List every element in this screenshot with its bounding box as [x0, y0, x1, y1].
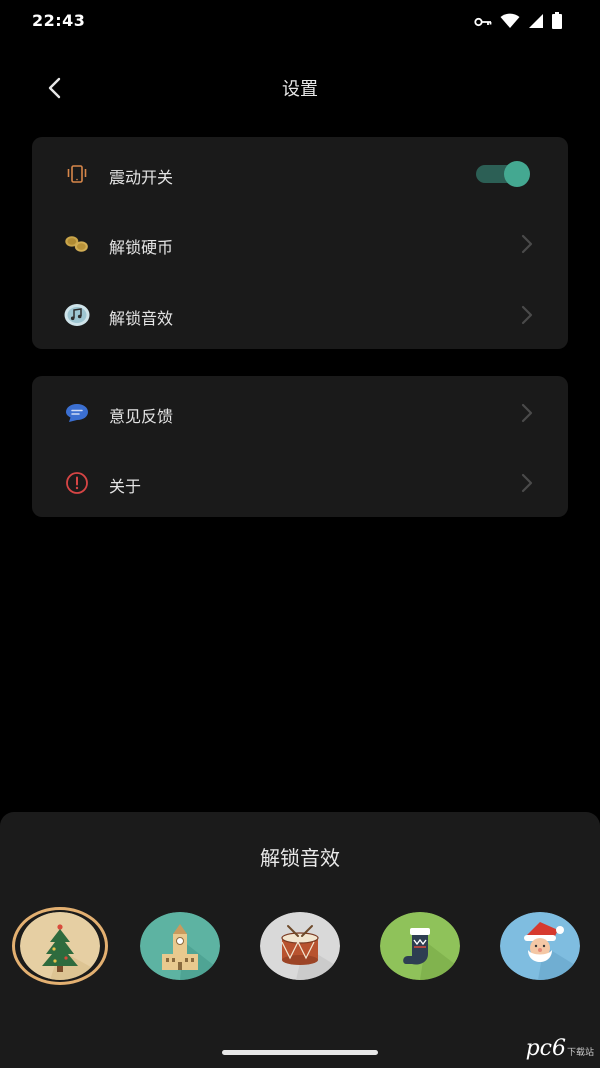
- nav-bar: 设置: [0, 60, 600, 114]
- vpn-key-icon: [474, 13, 492, 32]
- chevron-right-icon: [521, 403, 533, 423]
- vibration-switch-row[interactable]: 震动开关: [32, 138, 568, 208]
- unlock-sounds-row[interactable]: 解锁音效: [32, 279, 568, 349]
- music-note-icon: [64, 303, 90, 327]
- chevron-right-icon: [521, 234, 533, 254]
- chevron-right-icon: [521, 473, 533, 493]
- clock-tower-icon: [140, 912, 220, 980]
- unlock-coins-label: 解锁硬币: [109, 238, 174, 257]
- feedback-row[interactable]: 意见反馈: [32, 377, 568, 447]
- sound-clock-tower[interactable]: [140, 912, 220, 980]
- settings-group-2: 意见反馈 关于: [32, 376, 568, 517]
- sound-christmas-tree[interactable]: [20, 912, 100, 980]
- watermark-logo: pc6 下载站: [526, 1036, 594, 1061]
- about-label: 关于: [109, 477, 142, 496]
- unlock-sounds-label: 解锁音效: [109, 309, 174, 328]
- cellular-signal-icon: [528, 13, 544, 33]
- settings-group-1: 震动开关 解锁硬币 解锁音效: [32, 137, 568, 349]
- toggle-knob: [504, 161, 530, 187]
- chevron-right-icon: [521, 305, 533, 325]
- christmas-tree-icon: [20, 912, 100, 980]
- sound-christmas-stocking[interactable]: [380, 912, 460, 980]
- vibration-phone-icon: [64, 162, 90, 186]
- watermark-text: pc6: [525, 1036, 566, 1061]
- wifi-icon: [500, 13, 520, 33]
- unlock-coins-row[interactable]: 解锁硬币: [32, 208, 568, 278]
- status-icons: [474, 12, 562, 33]
- vibration-toggle[interactable]: [476, 161, 530, 187]
- christmas-stocking-icon: [380, 912, 460, 980]
- unlock-sounds-sheet: 解锁音效: [0, 812, 600, 1068]
- chat-bubble-icon: [64, 401, 90, 425]
- coins-icon: [64, 232, 90, 256]
- about-row[interactable]: 关于: [32, 447, 568, 517]
- info-alert-icon: [64, 471, 90, 495]
- sheet-title: 解锁音效: [260, 846, 340, 870]
- santa-claus-icon: [500, 912, 580, 980]
- feedback-label: 意见反馈: [109, 407, 174, 426]
- drum-icon: [260, 912, 340, 980]
- watermark-subtext: 下载站: [566, 1048, 594, 1058]
- sound-drum[interactable]: [260, 912, 340, 980]
- sound-santa-claus[interactable]: [500, 912, 580, 980]
- page-title: 设置: [282, 79, 318, 100]
- status-time: 22:43: [32, 11, 86, 30]
- home-indicator[interactable]: [222, 1050, 378, 1055]
- status-bar: 22:43: [0, 0, 600, 44]
- vibration-switch-label: 震动开关: [109, 168, 174, 187]
- battery-icon: [552, 12, 562, 33]
